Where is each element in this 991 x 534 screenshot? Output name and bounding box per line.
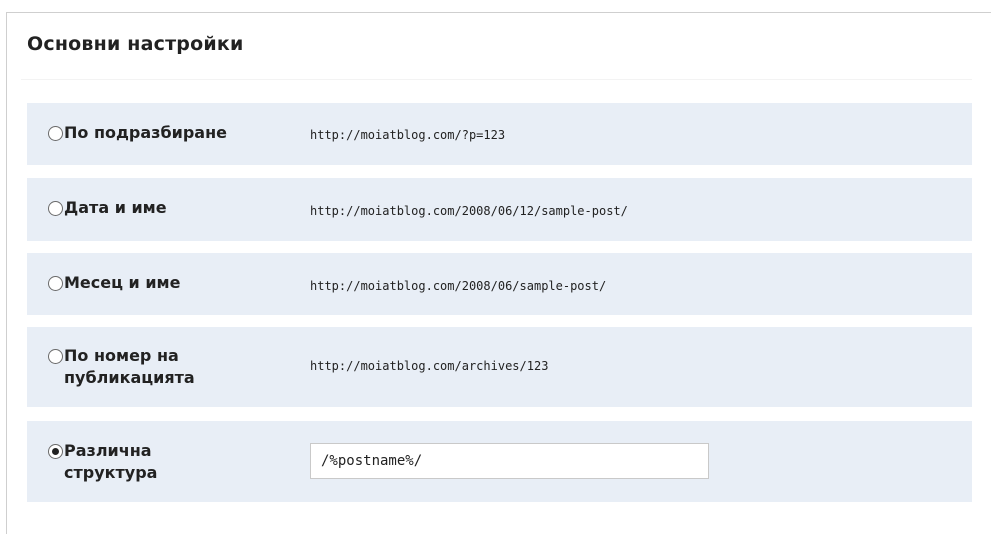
option-row-default: По подразбиране http://moiatblog.com/?p=…: [27, 103, 972, 165]
option-month-and-name[interactable]: Месец и име: [48, 272, 180, 294]
option-label-date-and-name: Дата и име: [64, 198, 167, 217]
radio-unchecked-icon[interactable]: [48, 201, 63, 216]
option-label-month-and-name: Месец и име: [64, 273, 181, 292]
option-label-default: По подразбиране: [64, 123, 228, 142]
custom-structure-input[interactable]: [310, 443, 709, 479]
option-label-post-number: По номер на публикацията: [64, 346, 195, 387]
option-post-number[interactable]: По номер на публикацията: [48, 345, 268, 389]
option-label-custom-structure: Различна структура: [64, 441, 158, 482]
option-row-date-and-name: Дата и име http://moiatblog.com/2008/06/…: [27, 178, 972, 241]
option-row-custom-structure: Различна структура: [27, 421, 972, 502]
example-url-month-and-name: http://moiatblog.com/2008/06/sample-post…: [310, 279, 607, 293]
option-default[interactable]: По подразбиране: [48, 122, 227, 144]
option-date-and-name[interactable]: Дата и име: [48, 197, 167, 219]
permalink-settings-panel: Основни настройки По подразбиране http:/…: [6, 12, 991, 534]
example-url-date-and-name: http://moiatblog.com/2008/06/12/sample-p…: [310, 204, 628, 218]
title-divider: [21, 79, 972, 80]
option-row-month-and-name: Месец и име http://moiatblog.com/2008/06…: [27, 253, 972, 315]
option-custom-structure[interactable]: Различна структура: [48, 440, 248, 484]
radio-unchecked-icon[interactable]: [48, 276, 63, 291]
section-title: Основни настройки: [27, 33, 244, 55]
radio-unchecked-icon[interactable]: [48, 349, 63, 364]
example-url-post-number: http://moiatblog.com/archives/123: [310, 359, 549, 373]
example-url-default: http://moiatblog.com/?p=123: [310, 128, 506, 142]
radio-checked-icon[interactable]: [48, 444, 63, 459]
radio-unchecked-icon[interactable]: [48, 126, 63, 141]
option-row-post-number: По номер на публикацията http://moiatblo…: [27, 327, 972, 407]
